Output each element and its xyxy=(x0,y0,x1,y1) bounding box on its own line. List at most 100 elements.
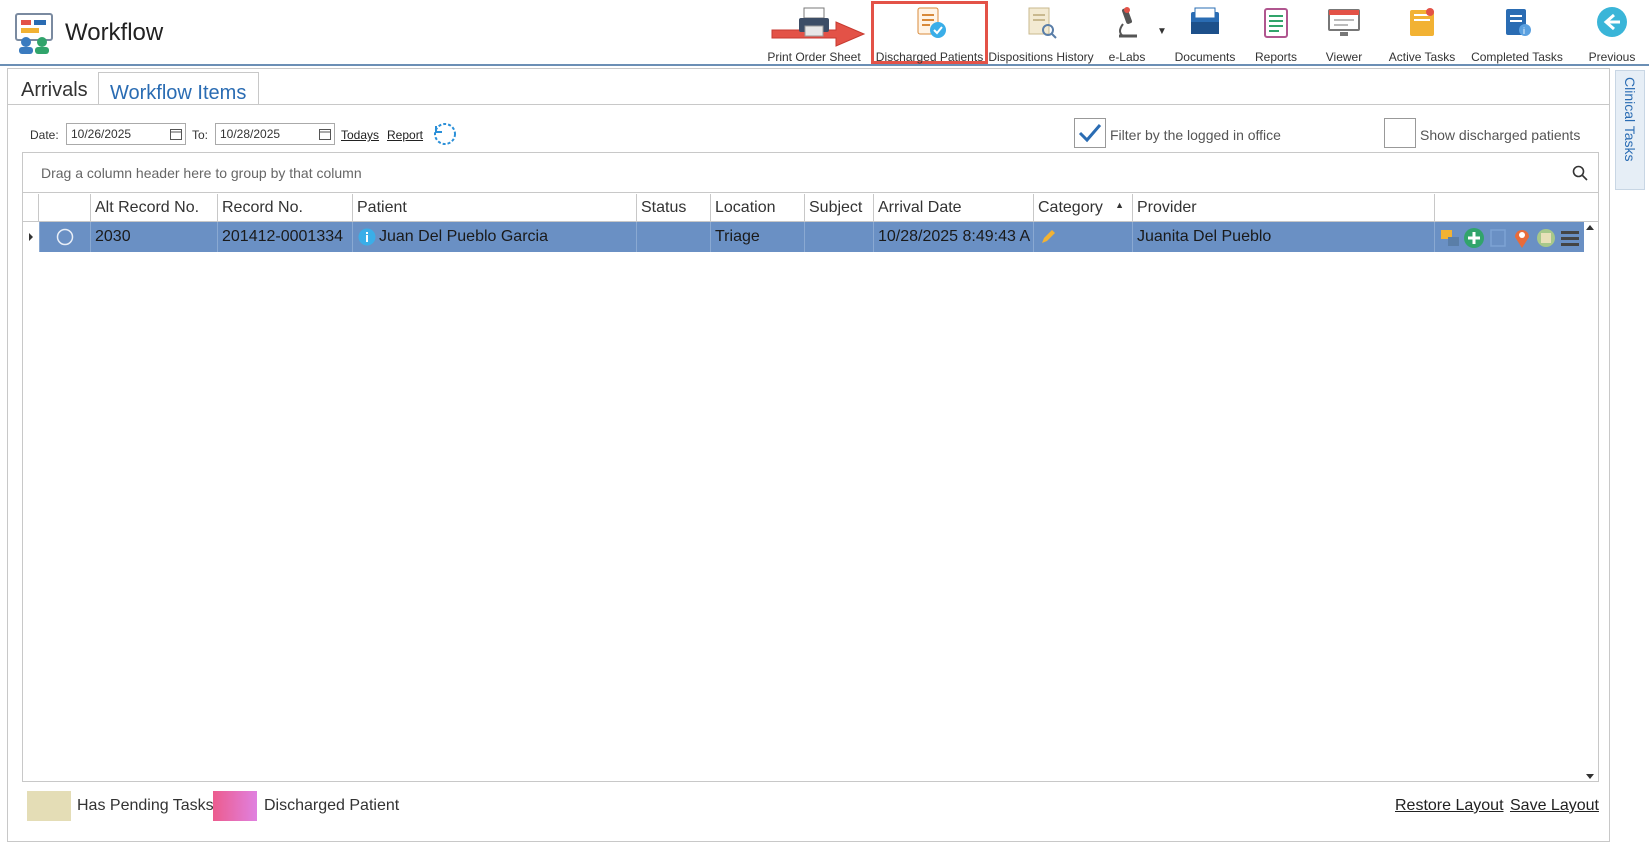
show-discharged-checkbox[interactable] xyxy=(1384,118,1416,148)
discharged-checklist-icon xyxy=(917,7,946,38)
pencil-icon[interactable] xyxy=(1040,229,1056,245)
cell-location: Triage xyxy=(710,222,804,252)
menu-icon[interactable] xyxy=(1559,227,1581,249)
filter-office-label: Filter by the logged in office xyxy=(1110,127,1281,143)
active-tasks-label: Active Tasks xyxy=(1388,50,1456,64)
col-header-subject[interactable]: Subject xyxy=(804,194,873,222)
col-header-arrival-date[interactable]: Arrival Date xyxy=(873,194,1033,222)
app-title: Workflow xyxy=(65,19,164,46)
radio-button-icon[interactable] xyxy=(56,228,74,246)
col-header-patient[interactable]: Patient xyxy=(352,194,636,222)
sort-ascending-icon: ▲ xyxy=(1115,200,1124,210)
calendar-icon[interactable] xyxy=(319,128,331,140)
col-header-category[interactable]: Category ▲ xyxy=(1033,194,1132,222)
discharged-patients-label: Discharged Patients xyxy=(875,50,984,64)
add-icon[interactable] xyxy=(1463,227,1485,249)
cell-provider: Juanita Del Pueblo xyxy=(1132,222,1434,252)
notes-icon[interactable] xyxy=(1535,227,1557,249)
viewer-button[interactable]: Viewer xyxy=(1316,4,1372,64)
cell-category xyxy=(1033,222,1132,252)
search-icon[interactable] xyxy=(1572,165,1588,181)
todays-link[interactable]: Todays xyxy=(341,128,379,142)
vertical-scrollbar[interactable] xyxy=(1582,222,1598,782)
clinical-tasks-side-tab[interactable]: Clinical Tasks xyxy=(1615,70,1645,190)
viewer-label: Viewer xyxy=(1325,50,1363,64)
previous-label: Previous xyxy=(1588,50,1636,64)
date-from-field[interactable]: 10/26/2025 xyxy=(66,123,186,145)
save-layout-link[interactable]: Save Layout xyxy=(1510,797,1599,815)
pending-tasks-legend: Has Pending Tasks xyxy=(77,797,214,814)
monitor-icon xyxy=(1328,9,1360,36)
active-tasks-icon xyxy=(1410,8,1434,36)
documents-button[interactable]: Documents xyxy=(1170,4,1240,64)
cell-arrival-date: 10/28/2025 8:49:43 A xyxy=(873,222,1033,252)
tab-workflow-items[interactable]: Workflow Items xyxy=(98,72,259,105)
cell-alt-record: 2030 xyxy=(90,222,217,252)
svg-text:i: i xyxy=(1523,26,1525,36)
checkmark-icon xyxy=(1078,124,1102,143)
date-from-label: Date: xyxy=(30,128,59,142)
col-header-category-label: Category xyxy=(1038,199,1103,216)
pending-tasks-swatch xyxy=(27,791,71,821)
discharged-patients-button[interactable]: Discharged Patients xyxy=(873,4,986,64)
cell-subject xyxy=(804,222,873,252)
cell-patient: Juan Del Pueblo Garcia xyxy=(352,222,636,252)
cell-status xyxy=(636,222,710,252)
back-arrow-icon xyxy=(1597,7,1627,37)
show-discharged-label: Show discharged patients xyxy=(1420,127,1581,143)
blank-icon[interactable] xyxy=(1487,227,1509,249)
date-to-value: 10/28/2025 xyxy=(220,127,281,141)
group-by-panel[interactable]: Drag a column header here to group by th… xyxy=(23,153,1598,193)
report-link[interactable]: Report xyxy=(387,128,423,142)
workflow-logo-icon xyxy=(15,13,53,54)
col-header-record[interactable]: Record No. xyxy=(217,194,352,222)
completed-tasks-button[interactable]: i Completed Tasks xyxy=(1468,4,1566,64)
cell-record: 201412-0001334 xyxy=(217,222,352,252)
col-header-location[interactable]: Location xyxy=(710,194,804,222)
refresh-icon[interactable] xyxy=(432,121,458,147)
e-labs-button[interactable]: e-Labs xyxy=(1099,4,1155,64)
group-by-hint: Drag a column header here to group by th… xyxy=(41,165,362,181)
date-to-label: To: xyxy=(192,128,209,142)
calendar-icon[interactable] xyxy=(170,128,182,140)
completed-tasks-icon: i xyxy=(1506,9,1531,36)
documents-tray-icon xyxy=(1191,7,1219,34)
row-expand-icon[interactable] xyxy=(23,222,39,252)
col-header-status[interactable]: Status xyxy=(636,194,710,222)
reports-button[interactable]: Reports xyxy=(1248,4,1304,64)
dispositions-history-button[interactable]: Dispositions History xyxy=(988,4,1094,64)
e-labs-label: e-Labs xyxy=(1108,50,1146,64)
print-order-sheet-button[interactable]: Print Order Sheet xyxy=(764,4,864,64)
previous-button[interactable]: Previous xyxy=(1580,4,1644,64)
grid-header-row: Alt Record No. Record No. Patient Status… xyxy=(23,194,1598,222)
active-tasks-button[interactable]: Active Tasks xyxy=(1384,4,1460,64)
merge-icon[interactable] xyxy=(1439,227,1461,249)
printer-icon xyxy=(799,7,829,37)
discharged-patient-legend: Discharged Patient xyxy=(264,797,400,814)
tab-workflow-items-label: Workflow Items xyxy=(110,82,247,104)
documents-label: Documents xyxy=(1174,50,1236,64)
e-labs-dropdown-icon[interactable]: ▼ xyxy=(1157,26,1167,37)
clinical-tasks-label: Clinical Tasks xyxy=(1622,77,1638,162)
app-window: Workflow Print Order Sheet Discharged Pa… xyxy=(0,0,1649,846)
row-select-cell[interactable] xyxy=(39,222,90,252)
tab-arrivals[interactable]: Arrivals xyxy=(21,79,88,102)
date-from-value: 10/26/2025 xyxy=(71,127,132,141)
info-icon[interactable] xyxy=(358,228,376,246)
restore-layout-link[interactable]: Restore Layout xyxy=(1395,797,1504,815)
report-clipboard-icon xyxy=(1264,8,1288,38)
table-row[interactable]: 2030 201412-0001334 Juan Del Pueblo Garc… xyxy=(23,222,1598,252)
header-toolbar: Workflow Print Order Sheet Discharged Pa… xyxy=(0,0,1649,66)
cell-row-actions xyxy=(1434,222,1584,252)
tab-divider xyxy=(8,104,1609,105)
col-header-provider[interactable]: Provider xyxy=(1132,194,1434,222)
workflow-grid: Drag a column header here to group by th… xyxy=(22,152,1599,782)
col-header-alt-record[interactable]: Alt Record No. xyxy=(90,194,217,222)
discharged-patient-swatch xyxy=(213,791,257,821)
location-pin-icon[interactable] xyxy=(1511,227,1533,249)
date-to-field[interactable]: 10/28/2025 xyxy=(215,123,335,145)
reports-label: Reports xyxy=(1254,50,1298,64)
filter-office-checkbox[interactable] xyxy=(1074,118,1106,148)
completed-tasks-label: Completed Tasks xyxy=(1471,50,1563,64)
print-order-sheet-label: Print Order Sheet xyxy=(767,50,861,64)
